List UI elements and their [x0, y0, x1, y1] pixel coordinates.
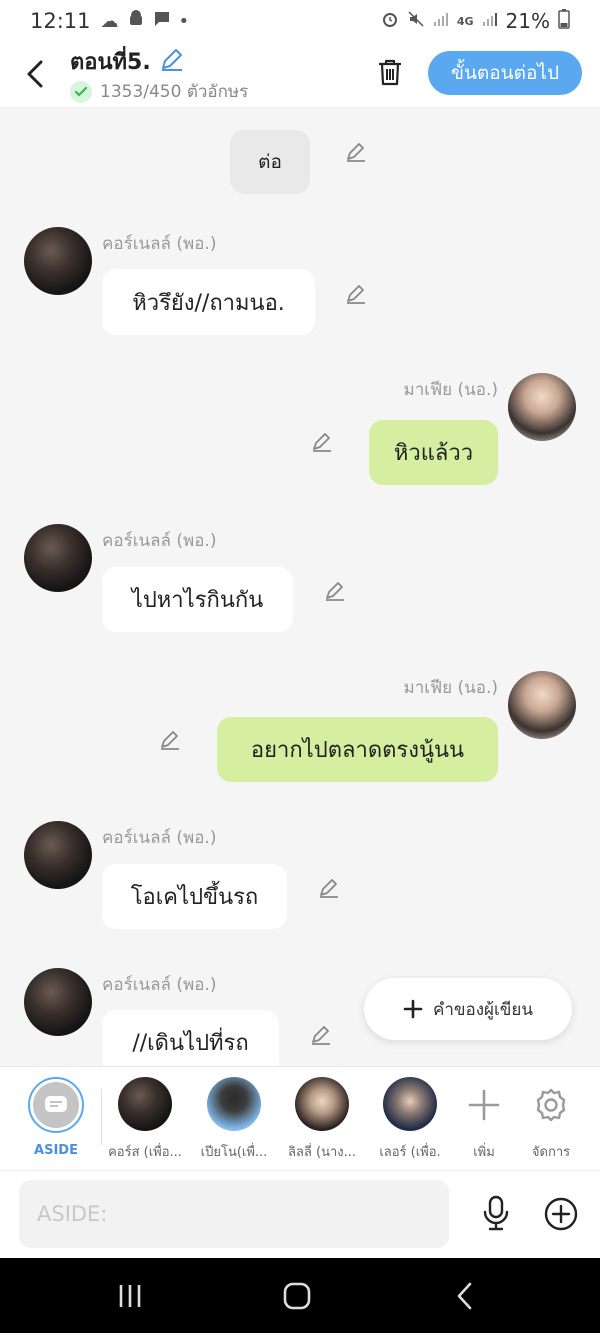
chat-area[interactable]: ต่อ คอร์เนลล์ (พอ.) หิวรึยัง//ถามนอ. มาเ… — [0, 108, 600, 1066]
sender-name: คอร์เนลล์ (พอ.) — [102, 234, 217, 254]
chat-bubble-icon — [45, 1096, 67, 1112]
edit-message-icon[interactable] — [344, 140, 368, 164]
battery-percent: 21% — [505, 9, 550, 33]
manage-label: จัดการ — [531, 1145, 571, 1160]
android-icon — [127, 9, 145, 33]
character-item[interactable]: เปียโน(เพื่... — [189, 1077, 279, 1162]
home-button[interactable] — [277, 1276, 317, 1316]
edit-message-icon[interactable] — [158, 728, 182, 752]
alarm-icon — [381, 10, 399, 33]
sender-name: มาเฟีย (นอ.) — [403, 678, 498, 698]
avatar-cornell[interactable] — [24, 227, 92, 295]
author-note-label: คำของผู้เขียน — [432, 999, 534, 1020]
plus-icon — [468, 1089, 500, 1121]
aside-label: ASIDE — [34, 1143, 78, 1158]
message-bubble[interactable]: โอเคไปขึ้นรถ — [102, 864, 287, 929]
message-bubble[interactable]: หิวรึยัง//ถามนอ. — [102, 269, 315, 335]
message-bubble[interactable]: //เดินไปที่รถ — [102, 1010, 279, 1066]
char-counter: 1353/450 ตัวอักษร — [70, 78, 248, 105]
message-input[interactable] — [19, 1180, 449, 1248]
battery-icon — [558, 8, 570, 34]
character-label: ลิลลี่ (นาง... — [287, 1145, 357, 1160]
message-bubble[interactable]: หิวแล้วว — [369, 420, 498, 485]
edit-message-icon[interactable] — [317, 876, 341, 900]
trash-icon — [379, 59, 401, 86]
character-label: เลอร์ (เพื่อ. — [379, 1145, 441, 1160]
message-bubble[interactable]: อยากไปตลาดตรงนู้นน — [217, 717, 498, 782]
sender-name: มาเฟีย (นอ.) — [403, 380, 498, 400]
chevron-left-icon — [27, 60, 43, 88]
voice-button[interactable] — [476, 1193, 516, 1233]
back-button[interactable] — [20, 56, 50, 92]
character-label: คอร์ส (เพื่อ... — [108, 1145, 182, 1160]
home-icon — [283, 1282, 311, 1310]
avatar-mafia[interactable] — [508, 373, 576, 441]
sender-name: คอร์เนลล์ (พอ.) — [102, 531, 217, 551]
system-nav-bar — [0, 1258, 600, 1333]
signal-icon — [433, 11, 449, 32]
dot-icon: • — [178, 10, 190, 32]
edit-title-icon[interactable] — [159, 46, 185, 78]
gear-icon — [536, 1088, 566, 1122]
message-bubble[interactable]: ไปหาไรกินกัน — [102, 567, 293, 632]
character-aside[interactable]: ASIDE — [11, 1077, 101, 1158]
add-content-button[interactable] — [542, 1195, 580, 1233]
plus-circle-icon — [544, 1197, 578, 1231]
back-arrow-icon — [457, 1282, 472, 1310]
cloud-icon: ☁ — [100, 10, 119, 32]
status-bar: 12:11 ☁ • 4G 21% — [0, 0, 600, 42]
character-avatar — [207, 1077, 261, 1131]
edit-message-icon[interactable] — [344, 282, 368, 306]
edit-message-icon[interactable] — [323, 579, 347, 603]
narration-bubble[interactable]: ต่อ — [230, 130, 310, 194]
character-avatar — [295, 1077, 349, 1131]
character-avatar — [118, 1077, 172, 1131]
character-avatar — [383, 1077, 437, 1131]
signal-icon-2 — [482, 11, 498, 32]
avatar-cornell[interactable] — [24, 968, 92, 1036]
sender-name: คอร์เนลล์ (พอ.) — [102, 828, 217, 848]
aside-avatar — [28, 1077, 84, 1133]
network-type: 4G — [456, 14, 474, 28]
episode-title: ตอนที่5. — [70, 50, 151, 75]
avatar-cornell[interactable] — [24, 821, 92, 889]
message-icon — [153, 10, 171, 33]
next-step-button[interactable]: ขั้นตอนต่อไป — [428, 51, 582, 95]
recent-apps-button[interactable] — [110, 1276, 150, 1316]
sender-name: คอร์เนลล์ (พอ.) — [102, 975, 217, 995]
system-back-button[interactable] — [445, 1276, 485, 1316]
delete-button[interactable] — [372, 54, 408, 90]
avatar-cornell[interactable] — [24, 524, 92, 592]
edit-message-icon[interactable] — [310, 430, 334, 454]
microphone-icon — [483, 1195, 509, 1231]
mute-icon — [407, 10, 425, 33]
character-item[interactable]: ลิลลี่ (นาง... — [277, 1077, 367, 1162]
episode-title-row[interactable]: ตอนที่5. — [70, 44, 185, 79]
avatar-mafia[interactable] — [508, 671, 576, 739]
edit-message-icon[interactable] — [309, 1023, 333, 1047]
plus-icon — [403, 999, 423, 1019]
input-bar — [0, 1170, 600, 1258]
character-item[interactable]: คอร์ส (เพื่อ... — [100, 1077, 190, 1162]
episode-header: ตอนที่5. 1353/450 ตัวอักษร ขั้นตอนต่อไป — [0, 42, 600, 108]
check-icon — [70, 80, 92, 103]
character-bar: ASIDE คอร์ส (เพื่อ... เปียโน(เพื่... ลิล… — [0, 1066, 600, 1170]
add-label: เพิ่ม — [473, 1145, 495, 1160]
manage-characters-button[interactable]: จัดการ — [506, 1077, 596, 1162]
character-label: เปียโน(เพื่... — [200, 1145, 268, 1160]
author-note-button[interactable]: คำของผู้เขียน — [364, 978, 572, 1040]
char-count-text: 1353/450 ตัวอักษร — [100, 82, 249, 102]
recent-apps-icon — [119, 1285, 141, 1307]
status-time: 12:11 — [30, 9, 91, 33]
